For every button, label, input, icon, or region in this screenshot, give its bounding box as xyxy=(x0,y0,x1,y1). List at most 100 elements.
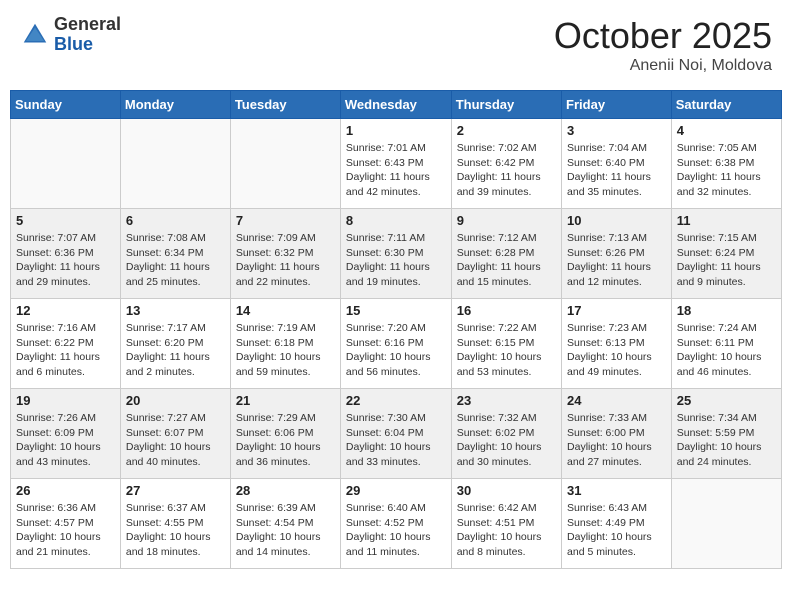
day-info: Sunrise: 7:08 AM Sunset: 6:34 PM Dayligh… xyxy=(126,231,225,290)
day-number: 12 xyxy=(16,303,115,318)
calendar-cell: 22 Sunrise: 7:30 AM Sunset: 6:04 PM Dayli… xyxy=(340,389,451,479)
calendar-cell: 29Sunrise: 6:40 AM Sunset: 4:52 PM Dayli… xyxy=(340,479,451,569)
day-info: Sunrise: 7:33 AM Sunset: 6:00 PM Dayligh… xyxy=(567,411,666,470)
calendar-cell xyxy=(120,119,230,209)
day-info: Sunrise: 6:36 AM Sunset: 4:57 PM Dayligh… xyxy=(16,501,115,560)
calendar-cell: 31Sunrise: 6:43 AM Sunset: 4:49 PM Dayli… xyxy=(562,479,672,569)
calendar-cell: 18Sunrise: 7:24 AM Sunset: 6:11 PM Dayli… xyxy=(671,299,781,389)
title-area: October 2025 Anenii Noi, Moldova xyxy=(554,15,772,75)
calendar-cell: 23Sunrise: 7:32 AM Sunset: 6:02 PM Dayli… xyxy=(451,389,561,479)
calendar-cell: 16 Sunrise: 7:22 AM Sunset: 6:15 PM Dayli… xyxy=(451,299,561,389)
weekday-header-row: SundayMondayTuesdayWednesdayThursdayFrid… xyxy=(11,91,782,119)
day-number: 15 xyxy=(346,303,446,318)
day-info: Sunrise: 7:04 AM Sunset: 6:40 PM Dayligh… xyxy=(567,141,666,200)
calendar-week-row: 5 Sunrise: 7:07 AM Sunset: 6:36 PM Daylig… xyxy=(11,209,782,299)
day-info: Sunrise: 7:01 AM Sunset: 6:43 PM Dayligh… xyxy=(346,141,446,200)
calendar-cell: 24Sunrise: 7:33 AM Sunset: 6:00 PM Dayli… xyxy=(562,389,672,479)
month-title: October 2025 xyxy=(554,15,772,57)
calendar-cell: 6 Sunrise: 7:08 AM Sunset: 6:34 PM Daylig… xyxy=(120,209,230,299)
day-info: Sunrise: 7:09 AM Sunset: 6:32 PM Dayligh… xyxy=(236,231,335,290)
logo-blue: Blue xyxy=(54,35,121,55)
calendar-cell: 28Sunrise: 6:39 AM Sunset: 4:54 PM Dayli… xyxy=(230,479,340,569)
day-number: 14 xyxy=(236,303,335,318)
calendar-cell: 27Sunrise: 6:37 AM Sunset: 4:55 PM Dayli… xyxy=(120,479,230,569)
weekday-header-sunday: Sunday xyxy=(11,91,121,119)
calendar-week-row: 26Sunrise: 6:36 AM Sunset: 4:57 PM Dayli… xyxy=(11,479,782,569)
day-info: Sunrise: 7:29 AM Sunset: 6:06 PM Dayligh… xyxy=(236,411,335,470)
day-number: 10 xyxy=(567,213,666,228)
day-number: 2 xyxy=(457,123,556,138)
day-number: 1 xyxy=(346,123,446,138)
calendar-cell: 3 Sunrise: 7:04 AM Sunset: 6:40 PM Daylig… xyxy=(562,119,672,209)
calendar-cell: 12 Sunrise: 7:16 AM Sunset: 6:22 PM Dayli… xyxy=(11,299,121,389)
day-info: Sunrise: 7:16 AM Sunset: 6:22 PM Dayligh… xyxy=(16,321,115,380)
calendar-cell: 25Sunrise: 7:34 AM Sunset: 5:59 PM Dayli… xyxy=(671,389,781,479)
day-number: 20 xyxy=(126,393,225,408)
day-number: 22 xyxy=(346,393,446,408)
logo: General Blue xyxy=(20,15,121,55)
calendar-week-row: 19 Sunrise: 7:26 AM Sunset: 6:09 PM Dayli… xyxy=(11,389,782,479)
day-number: 17 xyxy=(567,303,666,318)
calendar-cell: 14 Sunrise: 7:19 AM Sunset: 6:18 PM Dayli… xyxy=(230,299,340,389)
calendar-cell: 4 Sunrise: 7:05 AM Sunset: 6:38 PM Daylig… xyxy=(671,119,781,209)
day-number: 6 xyxy=(126,213,225,228)
calendar-cell: 11 Sunrise: 7:15 AM Sunset: 6:24 PM Dayli… xyxy=(671,209,781,299)
day-info: Sunrise: 6:40 AM Sunset: 4:52 PM Dayligh… xyxy=(346,501,446,560)
day-info: Sunrise: 7:20 AM Sunset: 6:16 PM Dayligh… xyxy=(346,321,446,380)
day-info: Sunrise: 7:27 AM Sunset: 6:07 PM Dayligh… xyxy=(126,411,225,470)
day-number: 18 xyxy=(677,303,776,318)
page-header: General Blue October 2025 Anenii Noi, Mo… xyxy=(10,10,782,80)
day-number: 30 xyxy=(457,483,556,498)
day-number: 25 xyxy=(677,393,776,408)
weekday-header-thursday: Thursday xyxy=(451,91,561,119)
day-info: Sunrise: 7:22 AM Sunset: 6:15 PM Dayligh… xyxy=(457,321,556,380)
day-info: Sunrise: 7:13 AM Sunset: 6:26 PM Dayligh… xyxy=(567,231,666,290)
calendar-cell: 5 Sunrise: 7:07 AM Sunset: 6:36 PM Daylig… xyxy=(11,209,121,299)
day-number: 8 xyxy=(346,213,446,228)
day-number: 27 xyxy=(126,483,225,498)
day-info: Sunrise: 7:05 AM Sunset: 6:38 PM Dayligh… xyxy=(677,141,776,200)
weekday-header-friday: Friday xyxy=(562,91,672,119)
day-info: Sunrise: 7:32 AM Sunset: 6:02 PM Dayligh… xyxy=(457,411,556,470)
day-number: 19 xyxy=(16,393,115,408)
location: Anenii Noi, Moldova xyxy=(554,57,772,75)
day-info: Sunrise: 7:15 AM Sunset: 6:24 PM Dayligh… xyxy=(677,231,776,290)
day-info: Sunrise: 7:12 AM Sunset: 6:28 PM Dayligh… xyxy=(457,231,556,290)
calendar-table: SundayMondayTuesdayWednesdayThursdayFrid… xyxy=(10,90,782,569)
calendar-cell: 20 Sunrise: 7:27 AM Sunset: 6:07 PM Dayli… xyxy=(120,389,230,479)
day-number: 4 xyxy=(677,123,776,138)
calendar-cell xyxy=(671,479,781,569)
day-number: 9 xyxy=(457,213,556,228)
calendar-cell: 17Sunrise: 7:23 AM Sunset: 6:13 PM Dayli… xyxy=(562,299,672,389)
day-number: 5 xyxy=(16,213,115,228)
weekday-header-monday: Monday xyxy=(120,91,230,119)
weekday-header-wednesday: Wednesday xyxy=(340,91,451,119)
day-number: 11 xyxy=(677,213,776,228)
day-number: 31 xyxy=(567,483,666,498)
calendar-cell: 15 Sunrise: 7:20 AM Sunset: 6:16 PM Dayli… xyxy=(340,299,451,389)
day-info: Sunrise: 7:26 AM Sunset: 6:09 PM Dayligh… xyxy=(16,411,115,470)
calendar-cell: 30Sunrise: 6:42 AM Sunset: 4:51 PM Dayli… xyxy=(451,479,561,569)
day-number: 21 xyxy=(236,393,335,408)
weekday-header-saturday: Saturday xyxy=(671,91,781,119)
day-number: 3 xyxy=(567,123,666,138)
day-number: 7 xyxy=(236,213,335,228)
day-number: 16 xyxy=(457,303,556,318)
calendar-cell: 9 Sunrise: 7:12 AM Sunset: 6:28 PM Daylig… xyxy=(451,209,561,299)
day-info: Sunrise: 7:30 AM Sunset: 6:04 PM Dayligh… xyxy=(346,411,446,470)
logo-text: General Blue xyxy=(54,15,121,55)
calendar-week-row: 1 Sunrise: 7:01 AM Sunset: 6:43 PM Daylig… xyxy=(11,119,782,209)
day-info: Sunrise: 7:07 AM Sunset: 6:36 PM Dayligh… xyxy=(16,231,115,290)
calendar-cell: 8Sunrise: 7:11 AM Sunset: 6:30 PM Daylig… xyxy=(340,209,451,299)
day-info: Sunrise: 7:19 AM Sunset: 6:18 PM Dayligh… xyxy=(236,321,335,380)
calendar-week-row: 12 Sunrise: 7:16 AM Sunset: 6:22 PM Dayli… xyxy=(11,299,782,389)
calendar-cell: 13 Sunrise: 7:17 AM Sunset: 6:20 PM Dayli… xyxy=(120,299,230,389)
day-number: 13 xyxy=(126,303,225,318)
calendar-cell: 1 Sunrise: 7:01 AM Sunset: 6:43 PM Daylig… xyxy=(340,119,451,209)
calendar-cell: 21 Sunrise: 7:29 AM Sunset: 6:06 PM Dayli… xyxy=(230,389,340,479)
calendar-cell: 10 Sunrise: 7:13 AM Sunset: 6:26 PM Dayli… xyxy=(562,209,672,299)
day-info: Sunrise: 7:02 AM Sunset: 6:42 PM Dayligh… xyxy=(457,141,556,200)
weekday-header-tuesday: Tuesday xyxy=(230,91,340,119)
calendar-cell: 2 Sunrise: 7:02 AM Sunset: 6:42 PM Daylig… xyxy=(451,119,561,209)
day-info: Sunrise: 7:17 AM Sunset: 6:20 PM Dayligh… xyxy=(126,321,225,380)
